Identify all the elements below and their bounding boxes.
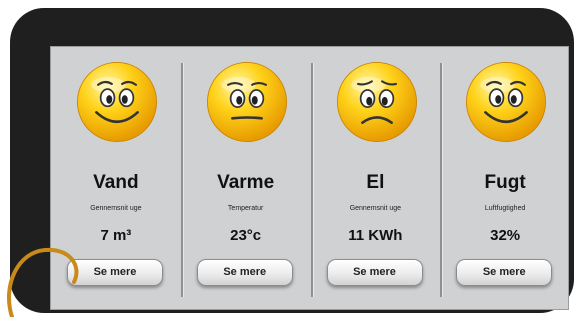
tile-title: El: [366, 172, 385, 193]
smiley-happy-icon: [77, 62, 157, 142]
tile-value: 11 KWh: [348, 227, 403, 244]
tile-subtitle: Luftfugtighed: [484, 205, 526, 212]
tile-el: El Gennemsnit uge 11 KWh Se mere: [310, 47, 441, 309]
tile-vand: Vand Gennemsnit uge 7 m³ Se mere: [51, 47, 181, 309]
tile-subtitle: Gennemsnit uge: [90, 205, 142, 212]
tile-value: 23°c: [230, 227, 262, 244]
see-more-button[interactable]: Se mere: [67, 259, 163, 286]
tile-varme: Varme Temperatur 23°c Se mere: [180, 47, 311, 309]
tile-subtitle: Gennemsnit uge: [349, 205, 402, 212]
tile-title: Fugt: [484, 172, 526, 193]
smiley-neutral-icon: [206, 62, 287, 142]
dashboard-screen: Vand Gennemsnit uge 7 m³ Se mere Varme T…: [50, 46, 569, 310]
tile-value: 32%: [490, 227, 521, 244]
tile-value: 7 m³: [100, 227, 132, 244]
tile-title: Varme: [217, 172, 275, 193]
smiley-sad-icon: [336, 62, 417, 142]
tile-subtitle: Temperatur: [227, 205, 264, 212]
tile-fugt: Fugt Luftfugtighed 32% Se mere: [440, 47, 570, 309]
tile-title: Vand: [93, 172, 139, 193]
tablet-frame: Vand Gennemsnit uge 7 m³ Se mere Varme T…: [10, 8, 574, 313]
see-more-button[interactable]: Se mere: [196, 259, 293, 286]
see-more-button[interactable]: Se mere: [326, 259, 423, 286]
see-more-button[interactable]: Se mere: [456, 259, 553, 286]
smiley-happy-icon: [466, 62, 547, 142]
